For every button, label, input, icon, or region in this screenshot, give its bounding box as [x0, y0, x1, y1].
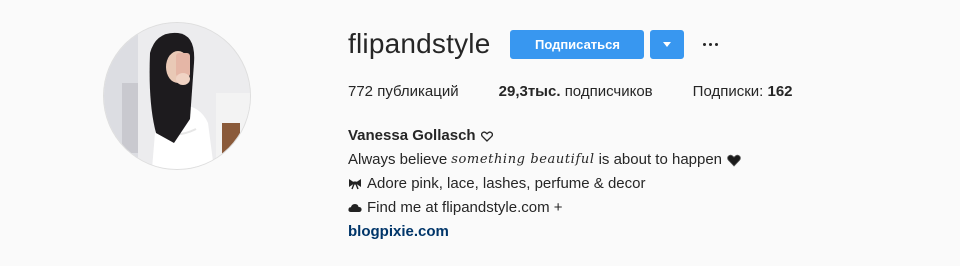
- following-count[interactable]: Подписки: 162: [693, 83, 793, 101]
- caret-down-icon: [663, 41, 672, 47]
- heart-outline-icon: [480, 130, 493, 142]
- username: flipandstyle: [348, 28, 491, 59]
- profile-photo: [104, 23, 250, 169]
- dot-icon: [714, 42, 718, 46]
- profile-header: flipandstyle Подписаться: [348, 26, 722, 62]
- bio-website-link[interactable]: blogpixie.com: [348, 220, 449, 244]
- dot-icon: [702, 42, 706, 46]
- bio-line-3: Find me at flipandstyle.com +: [348, 196, 741, 220]
- profile-bio: Vanessa Gollasch Always believe somethin…: [348, 124, 741, 244]
- followers-count[interactable]: 29,3тыс. подписчиков: [499, 83, 653, 101]
- profile-stats: 772 публикаций 29,3тыс. подписчиков Подп…: [348, 83, 793, 101]
- posts-count: 772 публикаций: [348, 83, 459, 100]
- black-heart-icon: [727, 154, 741, 167]
- dot-icon: [708, 42, 712, 46]
- bio-line-2: Adore pink, lace, lashes, perfume & deco…: [348, 172, 741, 196]
- profile-avatar[interactable]: [104, 23, 250, 169]
- bio-line-1: Always believe something beautiful is ab…: [348, 148, 741, 172]
- more-options-button[interactable]: [698, 30, 722, 59]
- ribbon-icon: [348, 178, 362, 190]
- suggestions-dropdown-button[interactable]: [650, 29, 685, 59]
- follow-button[interactable]: Подписаться: [510, 29, 645, 59]
- full-name-line: Vanessa Gollasch: [348, 124, 741, 148]
- bio-link-line: blogpixie.com: [348, 220, 741, 244]
- full-name: Vanessa Gollasch: [348, 127, 476, 144]
- cloud-icon: [348, 203, 362, 213]
